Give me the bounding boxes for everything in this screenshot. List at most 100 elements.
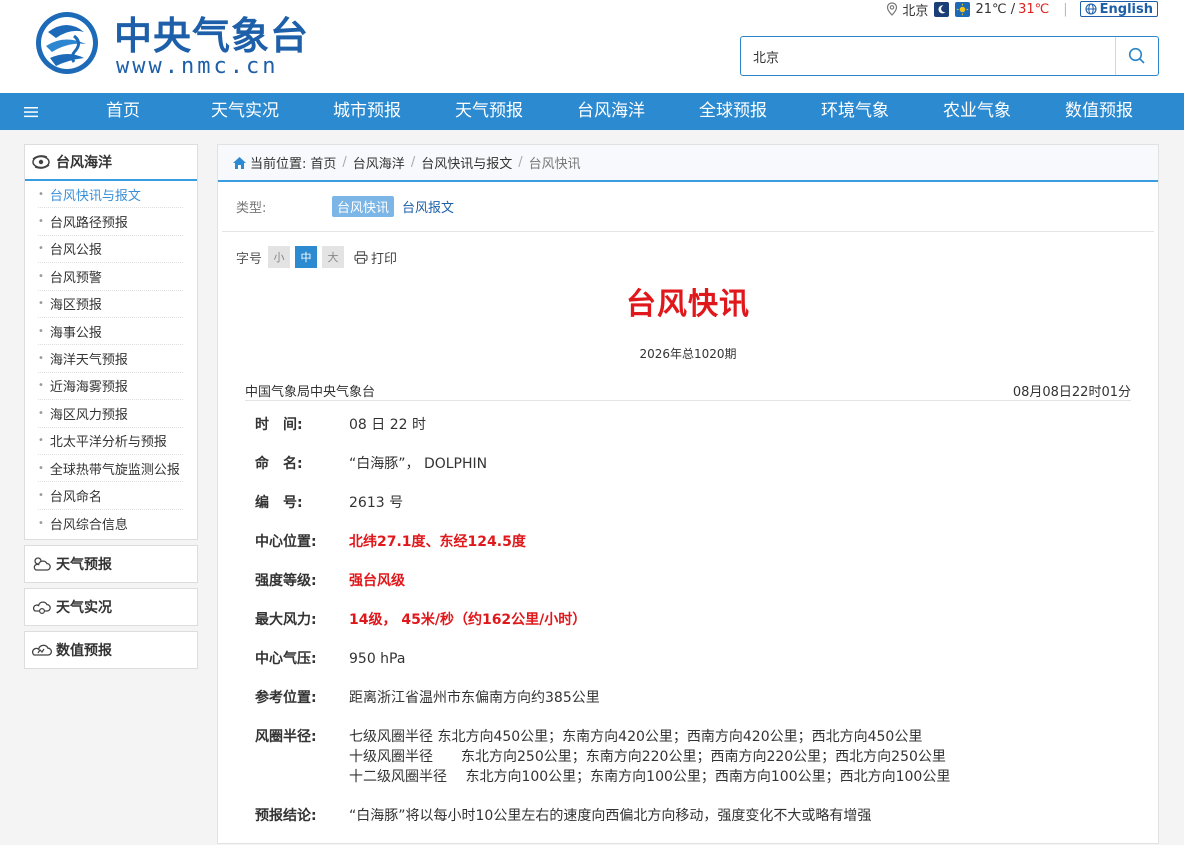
nav-global-forecast[interactable]: 全球预报 (672, 93, 794, 130)
typhoon-icon (32, 155, 50, 169)
wind-radius-line-7: 七级风圈半径 东北方向450公里；东南方向420公里；西南方向420公里；西北方… (349, 729, 923, 745)
sidebar-section-title[interactable]: 台风海洋 (25, 145, 197, 181)
sidebar-section-weather-forecast-title: 天气预报 (25, 546, 197, 582)
font-size-small-button[interactable]: 小 (268, 246, 291, 268)
sidebar-item-track-forecast[interactable]: 台风路径预报 (38, 208, 183, 236)
info-key: 最大风力: (255, 612, 317, 628)
font-size-medium-button[interactable]: 中 (295, 246, 318, 268)
breadcrumb-separator: / (518, 155, 523, 170)
sidebar-section-numerical[interactable]: 数值预报 (24, 631, 198, 670)
print-button[interactable]: 打印 (354, 248, 397, 267)
logo-chinese-text: 中央气象台 (114, 14, 310, 58)
english-language-button[interactable]: English (1079, 1, 1158, 17)
sidebar-item-typhoon-naming[interactable]: 台风命名 (38, 482, 183, 510)
globe-icon (1085, 3, 1097, 15)
info-row-forecast-conclusion: 预报结论: “白海豚”将以每小时10公里左右的速度向西偏北方向移动，强度变化不大… (255, 806, 1115, 826)
sidebar-item-typhoon-warning[interactable]: 台风预警 (38, 263, 183, 291)
main-content: 当前位置: 首页 / 台风海洋 / 台风快讯与报文 / 台风快讯 类型: 台风快… (217, 144, 1159, 844)
sidebar-weather-observation-label: 天气实况 (56, 600, 112, 617)
breadcrumb-separator: / (410, 155, 416, 170)
sidebar-item-ocean-weather[interactable]: 海洋天气预报 (38, 345, 183, 373)
sidebar-weather-forecast-label: 天气预报 (56, 557, 112, 574)
font-size-label: 字号 (236, 251, 263, 267)
breadcrumb-typhoon-bulletin[interactable]: 台风快讯与报文 (421, 153, 512, 172)
breadcrumb-typhoon-ocean[interactable]: 台风海洋 (353, 153, 405, 172)
sidebar-item-sea-area-forecast[interactable]: 海区预报 (38, 291, 183, 318)
sidebar: 台风海洋 台风快讯与报文 台风路径预报 台风公报 台风预警 海区预报 海事公报 … (24, 144, 198, 670)
city-search-input[interactable] (741, 37, 1115, 75)
sidebar-item-north-pacific[interactable]: 北太平洋分析与预报 (38, 428, 183, 455)
info-row-number: 编 号: 2613 号 (255, 493, 1115, 513)
sidebar-item-sea-wind[interactable]: 海区风力预报 (38, 400, 183, 428)
wind-radius-line-12: 十二级风圈半径 东北方向100公里；东南方向100公里；西南方向100公里；西北… (349, 769, 951, 785)
sidebar-section-numerical-title: 数值预报 (25, 632, 197, 668)
nav-city-forecast[interactable]: 城市预报 (306, 93, 428, 130)
wind-radius-line-10: 十级风圈半径 东北方向250公里；东南方向220公里；西南方向220公里；西北方… (349, 749, 946, 765)
info-row-time: 时 间: 08 日 22 时 (255, 415, 1115, 435)
info-key: 参考位置: (255, 690, 317, 706)
type-option-bulletin[interactable]: 台风快讯 (332, 196, 395, 217)
info-key: 时 间: (255, 417, 303, 433)
site-header: 中央气象台 www.nmc.cn 北京 21℃ / 31℃ | English (0, 0, 1184, 93)
nmc-logo-icon (36, 12, 98, 74)
location-pin-icon (887, 2, 898, 16)
info-key: 中心位置: (255, 534, 317, 550)
info-row-intensity: 强度等级: 强台风级 (255, 571, 1115, 591)
issued-time: 08月08日22时01分 (1012, 385, 1131, 400)
issuer-row: 中国气象局中央气象台 08月08日22时01分 (245, 379, 1131, 401)
info-value: 北纬27.1度、东经124.5度 (349, 534, 526, 550)
nav-typhoon-ocean[interactable]: 台风海洋 (550, 93, 672, 130)
info-key: 中心气压: (255, 651, 317, 667)
sidebar-section-weather-observation-title: 天气实况 (25, 589, 197, 625)
nav-weather-observation[interactable]: 天气实况 (184, 93, 306, 130)
nav-environment[interactable]: 环境气象 (794, 93, 916, 130)
sidebar-section-typhoon: 台风海洋 台风快讯与报文 台风路径预报 台风公报 台风预警 海区预报 海事公报 … (24, 144, 198, 541)
sidebar-item-global-cyclone[interactable]: 全球热带气旋监测公报 (38, 455, 183, 483)
info-value: 七级风圈半径 东北方向450公里；东南方向420公里；西南方向420公里；西北方… (349, 727, 950, 787)
type-option-message[interactable]: 台风报文 (397, 196, 459, 217)
current-city[interactable]: 北京 (902, 0, 928, 19)
breadcrumb-home[interactable]: 首页 (310, 153, 336, 172)
typhoon-info-table: 时 间: 08 日 22 时 命 名: “白海豚”， DOLPHIN 编 号: … (255, 415, 1115, 845)
info-key: 强度等级: (255, 573, 317, 589)
site-logo[interactable]: 中央气象台 www.nmc.cn (34, 10, 324, 80)
search-button[interactable] (1115, 37, 1158, 75)
printer-icon (354, 250, 368, 264)
sidebar-numerical-label: 数值预报 (56, 643, 112, 660)
sidebar-item-typhoon-info[interactable]: 台风综合信息 (38, 510, 183, 537)
moon-night-icon (934, 1, 950, 17)
info-value: 950 hPa (349, 651, 406, 667)
issuer-name: 中国气象局中央气象台 (245, 385, 376, 400)
print-label: 打印 (371, 251, 398, 267)
info-value: 08 日 22 时 (349, 417, 426, 433)
home-icon (233, 156, 246, 169)
sidebar-item-typhoon-report[interactable]: 台风公报 (38, 236, 183, 264)
logo-url-text: www.nmc.cn (116, 54, 279, 79)
nav-home[interactable]: 首页 (62, 93, 184, 130)
search-icon (1128, 47, 1145, 64)
info-row-max-wind: 最大风力: 14级， 45米/秒（约162公里/小时） (255, 610, 1115, 630)
main-nav: 首页 天气实况 城市预报 天气预报 台风海洋 全球预报 环境气象 农业气象 数值… (0, 93, 1184, 130)
document-toolbar: 字号 小 中 大 打印 (236, 246, 397, 268)
info-value: 2613 号 (349, 495, 404, 511)
nav-weather-forecast[interactable]: 天气预报 (428, 93, 550, 130)
sidebar-item-maritime-report[interactable]: 海事公报 (38, 318, 183, 346)
sidebar-section-weather-forecast[interactable]: 天气预报 (24, 545, 198, 584)
document-title: 台风快讯 (626, 287, 750, 322)
breadcrumb-prefix: 当前位置: (250, 157, 307, 172)
sidebar-item-sea-fog[interactable]: 近海海雾预报 (38, 373, 183, 401)
nav-numerical-forecast[interactable]: 数值预报 (1038, 93, 1160, 130)
info-value: 强台风级 (349, 573, 405, 589)
city-search-box (740, 36, 1159, 76)
sidebar-item-typhoon-bulletin[interactable]: 台风快讯与报文 (38, 181, 183, 209)
nav-agriculture[interactable]: 农业气象 (916, 93, 1038, 130)
info-value: “白海豚”将以每小时10公里左右的速度向西偏北方向移动，强度变化不大或略有增强 (349, 808, 872, 824)
font-size-large-button[interactable]: 大 (322, 246, 345, 268)
info-row-wind-radius: 风圈半径: 七级风圈半径 东北方向450公里；东南方向420公里；西南方向420… (255, 727, 1115, 787)
cloud-numerical-icon (31, 644, 52, 656)
info-row-pressure: 中心气压: 950 hPa (255, 649, 1115, 669)
sidebar-section-weather-observation[interactable]: 天气实况 (24, 588, 198, 627)
topbar-divider: | (1063, 1, 1068, 17)
info-row-center-position: 中心位置: 北纬27.1度、东经124.5度 (255, 532, 1115, 552)
menu-toggle-button[interactable] (0, 93, 62, 130)
